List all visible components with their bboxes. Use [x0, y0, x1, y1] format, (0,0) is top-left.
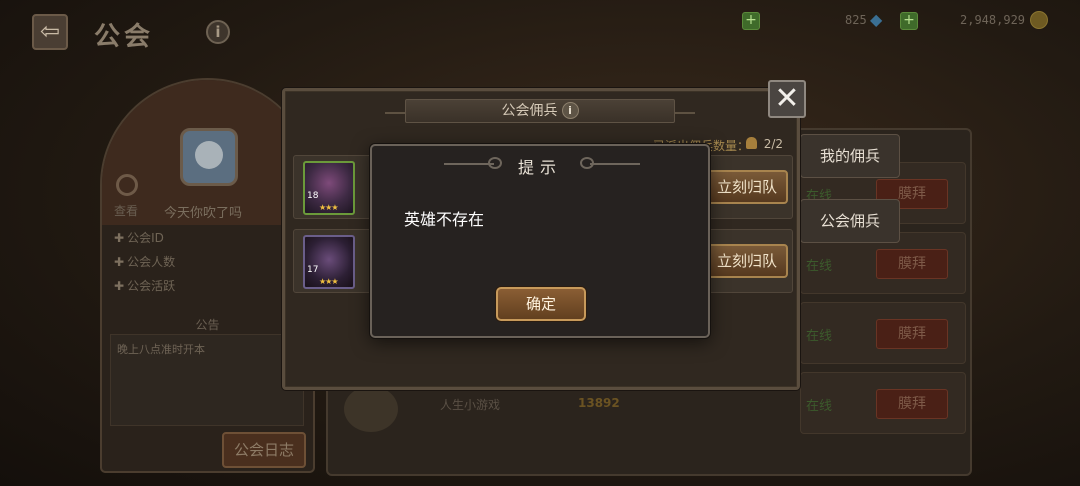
- alert-dialog: 提示 英雄不存在 确定: [370, 144, 710, 338]
- header-ornament: [385, 112, 405, 114]
- hero-portrait[interactable]: 17 ★★★: [303, 235, 355, 289]
- dialog-title: 提示: [517, 158, 562, 177]
- hero-level: 17: [307, 265, 319, 275]
- info-icon[interactable]: i: [561, 102, 579, 119]
- hero-level: 18: [307, 191, 319, 201]
- guild-stats: ✚ 公会ID ✚ 公会人数 ✚ 公会活跃: [108, 226, 308, 298]
- member-power: 13892: [578, 396, 620, 410]
- page-title: 公会: [94, 22, 155, 52]
- worship-button[interactable]: 膜拜: [876, 389, 948, 419]
- recall-now-button[interactable]: 立刻归队: [706, 244, 788, 278]
- mercenary-window-title: 公会佣兵 i: [405, 99, 675, 123]
- stat-member-count: ✚ 公会人数: [114, 255, 176, 269]
- online-status: 在线: [806, 259, 833, 274]
- add-gem-button[interactable]: +: [900, 12, 918, 30]
- star-icon: ★★★: [319, 203, 338, 212]
- back-arrow-icon[interactable]: ⇦: [32, 14, 68, 50]
- top-bar: ⇦ 公会 i + 825 ◆ + 2,948,929: [0, 0, 1080, 62]
- guild-emblem-icon[interactable]: [180, 128, 238, 186]
- guild-name: 今天你吹了吗: [164, 206, 243, 221]
- star-icon: ★★★: [319, 277, 338, 286]
- tab-guild-mercenaries[interactable]: 公会佣兵: [800, 199, 900, 243]
- recall-now-button[interactable]: 立刻归队: [706, 170, 788, 204]
- member-name: 人生小游戏: [440, 398, 501, 412]
- diamond-icon: ◆: [870, 10, 883, 29]
- gold-count: 2,948,929: [960, 13, 1026, 27]
- confirm-button[interactable]: 确定: [496, 287, 586, 321]
- deployed-count-value: 2/2: [763, 137, 783, 151]
- gem-count: 825: [845, 13, 867, 27]
- gold-coin-icon: [1030, 11, 1048, 29]
- notice-text: 晚上八点准时开本: [110, 334, 304, 426]
- avatar: [344, 386, 398, 432]
- dialog-message: 英雄不存在: [404, 210, 485, 229]
- guild-log-button[interactable]: 公会日志: [222, 432, 306, 468]
- worship-button[interactable]: 膜拜: [876, 249, 948, 279]
- stat-guild-id: ✚ 公会ID: [114, 231, 164, 245]
- tab-my-mercenaries[interactable]: 我的佣兵: [800, 134, 900, 178]
- stat-activity: ✚ 公会活跃: [114, 279, 176, 293]
- hero-portrait[interactable]: 18 ★★★: [303, 161, 355, 215]
- close-icon[interactable]: ✕: [768, 80, 806, 118]
- add-stamina-button[interactable]: +: [742, 12, 760, 30]
- worship-button[interactable]: 膜拜: [876, 319, 948, 349]
- online-status: 在线: [806, 399, 833, 414]
- online-status: 在线: [806, 329, 833, 344]
- header-ornament: [675, 112, 695, 114]
- magnifier-icon[interactable]: [116, 174, 138, 196]
- info-icon[interactable]: i: [206, 20, 230, 44]
- view-label: 查看: [114, 204, 139, 218]
